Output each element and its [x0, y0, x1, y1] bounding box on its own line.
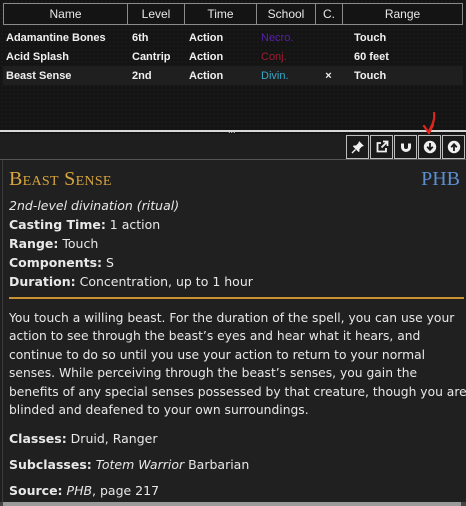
splitter-grip[interactable]: ...	[228, 126, 236, 135]
components-label: Components:	[9, 255, 103, 270]
row-level: 2nd	[132, 69, 152, 82]
range-line: Range: Touch	[9, 236, 98, 251]
spell-detail-pane: Beast Sense PHB 2nd-level divination (ri…	[2, 160, 466, 502]
classes-value: Druid, Ranger	[66, 431, 158, 446]
duration-label: Duration:	[9, 274, 76, 289]
pin-icon	[351, 141, 364, 154]
components-value: S	[102, 255, 114, 270]
casting-time-line: Casting Time: 1 action	[9, 217, 160, 232]
subclasses-line: Subclasses: Totem Warrior Barbarian	[9, 457, 249, 472]
source-book: PHB	[66, 483, 93, 498]
upload-button[interactable]	[442, 135, 465, 159]
range-value: Touch	[58, 236, 99, 251]
row-time: Action	[189, 69, 224, 82]
row-time: Action	[189, 50, 224, 63]
magnet-icon	[400, 141, 411, 152]
popout-icon	[376, 140, 388, 153]
source-abbreviation[interactable]: PHB	[421, 168, 460, 191]
header-school[interactable]: School	[256, 3, 315, 25]
header-time[interactable]: Time	[184, 3, 256, 25]
range-label: Range:	[9, 236, 59, 251]
row-name: Adamantine Bones	[6, 31, 106, 44]
components-line: Components: S	[9, 255, 114, 270]
source-page: , page 217	[92, 483, 160, 498]
table-header: Name Level Time School C. Range	[3, 3, 463, 25]
subclasses-label: Subclasses:	[9, 457, 92, 472]
header-name[interactable]: Name	[3, 3, 127, 25]
upload-icon	[447, 140, 460, 154]
classes-line: Classes: Druid, Ranger	[9, 431, 157, 446]
row-range: 60 feet	[354, 50, 389, 63]
header-concentration[interactable]: C.	[315, 3, 342, 25]
header-range[interactable]: Range	[342, 3, 463, 25]
header-level[interactable]: Level	[127, 3, 184, 25]
table-row[interactable]: Acid Splash Cantrip Action Conj. 60 feet	[3, 47, 463, 66]
popout-button[interactable]	[370, 135, 393, 159]
horizontal-scrollbar-thumb[interactable]	[3, 502, 461, 506]
row-range: Touch	[354, 31, 387, 44]
magnet-button[interactable]	[394, 135, 417, 159]
casting-time-value: 1 action	[105, 217, 161, 232]
pin-button[interactable]	[346, 135, 369, 159]
table-row-selected[interactable]: Beast Sense 2nd Action Divin. × Touch	[3, 66, 463, 85]
table-row[interactable]: Adamantine Bones 6th Action Necro. Touch	[3, 28, 463, 47]
duration-line: Duration: Concentration, up to 1 hour	[9, 274, 253, 289]
row-school: Conj.	[261, 50, 287, 63]
annotation-arrow-icon	[422, 112, 436, 135]
row-concentration: ×	[325, 69, 332, 82]
spell-title: Beast Sense	[9, 168, 112, 190]
row-level: Cantrip	[132, 50, 171, 63]
spell-description: You touch a willing beast. For the durat…	[9, 311, 466, 418]
spell-subtitle: 2nd-level divination (ritual)	[9, 198, 180, 213]
section-divider	[9, 297, 464, 299]
detail-toolbar	[345, 112, 465, 159]
source-line: Source: PHB, page 217	[9, 483, 159, 498]
row-school: Necro.	[261, 31, 294, 44]
subclass-name: Totem Warrior	[95, 457, 185, 472]
download-icon	[423, 140, 436, 154]
duration-value: Concentration, up to 1 hour	[75, 274, 253, 289]
subclass-base: Barbarian	[184, 457, 250, 472]
classes-label: Classes:	[9, 431, 67, 446]
download-button[interactable]	[418, 112, 441, 159]
casting-time-label: Casting Time:	[9, 217, 106, 232]
row-name: Beast Sense	[6, 69, 72, 82]
row-school: Divin.	[261, 69, 289, 82]
row-name: Acid Splash	[6, 50, 69, 63]
source-label: Source:	[9, 483, 63, 498]
spell-list-pane: Name Level Time School C. Range Adamanti…	[0, 0, 466, 134]
row-level: 6th	[132, 31, 149, 44]
row-time: Action	[189, 31, 224, 44]
row-range: Touch	[354, 69, 387, 82]
